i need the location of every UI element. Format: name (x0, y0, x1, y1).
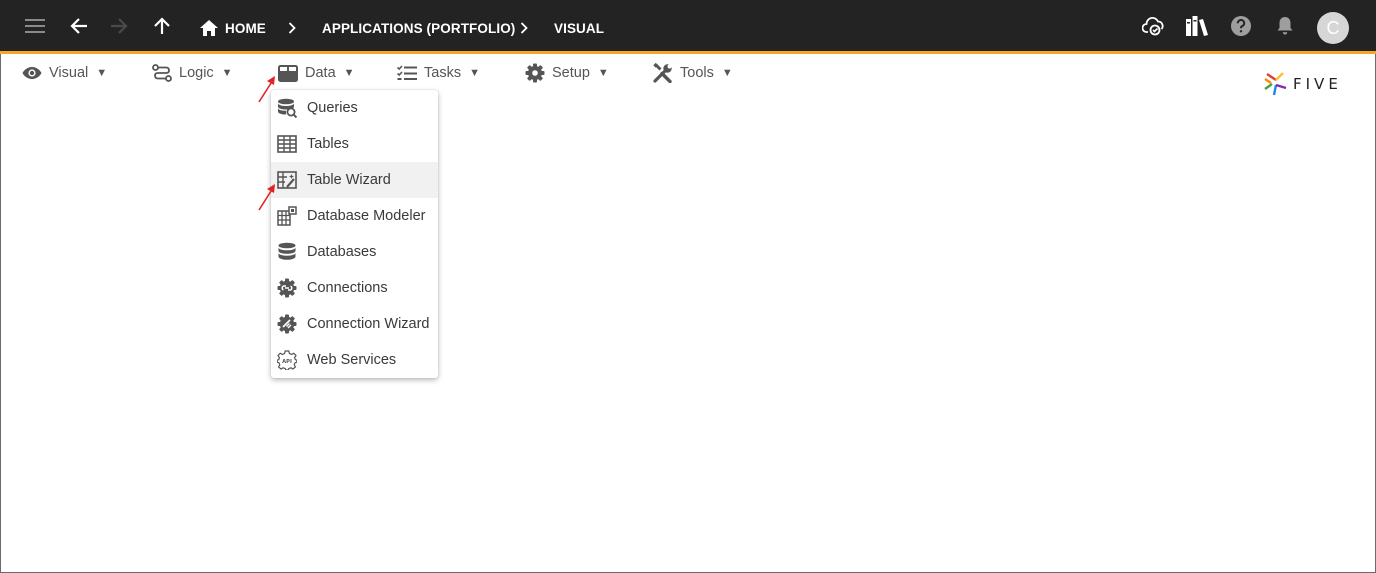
caret-down-icon: ▼ (221, 67, 233, 79)
dropdown-item-web-services[interactable]: API Web Services (271, 342, 438, 378)
breadcrumb-visual-label: VISUAL (554, 20, 605, 36)
dropdown-item-databases[interactable]: Databases (271, 234, 438, 270)
hamburger-icon (25, 19, 45, 33)
table-grid-icon (278, 64, 298, 82)
bell-icon (1277, 17, 1293, 35)
app-bar: HOME APPLICATIONS (PORTFOLIO) VISUAL C (0, 0, 1376, 54)
connection-wizard-icon (277, 314, 297, 334)
menu-data[interactable]: Data ▼ (278, 62, 355, 84)
caret-down-icon: ▼ (597, 67, 609, 79)
up-button[interactable] (147, 11, 177, 41)
table-icon (277, 135, 297, 153)
menu-bar: Visual ▼ Logic ▼ Data ▼ Tasks ▼ Setup ▼ … (0, 57, 1376, 89)
dropdown-item-database-modeler-label: Database Modeler (307, 208, 426, 224)
annotation-arrow-data-icon (258, 76, 275, 103)
arrow-left-icon (70, 18, 87, 34)
hamburger-menu-button[interactable] (20, 11, 50, 41)
menu-tasks-label: Tasks (424, 65, 462, 81)
gear-icon (525, 63, 545, 83)
menu-visual-label: Visual (49, 65, 89, 81)
home-icon (200, 20, 218, 36)
dropdown-item-queries[interactable]: Queries (271, 90, 438, 126)
dropdown-item-databases-label: Databases (307, 244, 377, 260)
api-gear-icon: API (277, 350, 297, 370)
data-dropdown-menu: Queries Tables Table Wizard Database Mod… (271, 90, 438, 378)
breadcrumb-home[interactable]: HOME (200, 19, 266, 37)
dropdown-item-connections-label: Connections (307, 280, 388, 296)
avatar[interactable]: C (1317, 12, 1349, 44)
menu-tasks[interactable]: Tasks ▼ (397, 62, 480, 84)
menu-logic[interactable]: Logic ▼ (152, 62, 233, 84)
connection-gear-icon (277, 278, 297, 298)
annotation-arrow-table-wizard-icon (258, 184, 275, 211)
dropdown-item-connection-wizard[interactable]: Connection Wizard (271, 306, 438, 342)
arrow-up-icon (154, 17, 170, 34)
back-button[interactable] (64, 11, 94, 41)
flow-icon (152, 64, 172, 82)
notifications-button[interactable] (1270, 11, 1300, 41)
breadcrumb-applications[interactable]: APPLICATIONS (PORTFOLIO) (322, 19, 515, 37)
checklist-icon (397, 65, 417, 80)
help-button[interactable] (1226, 11, 1256, 41)
dropdown-item-connection-wizard-label: Connection Wizard (307, 316, 430, 332)
dropdown-item-queries-label: Queries (307, 100, 358, 116)
five-logo-mark-icon (1264, 72, 1287, 96)
menu-logic-label: Logic (179, 65, 214, 81)
library-button[interactable] (1182, 11, 1212, 41)
help-icon (1231, 16, 1251, 36)
caret-down-icon: ▼ (96, 67, 108, 79)
table-wizard-icon (277, 171, 297, 189)
caret-down-icon: ▼ (469, 67, 480, 79)
library-icon (1186, 16, 1208, 36)
eye-icon (22, 67, 42, 79)
cloud-sync-button[interactable] (1139, 11, 1169, 41)
menu-tools-label: Tools (680, 65, 714, 81)
chevron-right-icon (286, 19, 298, 37)
breadcrumb-applications-label: APPLICATIONS (PORTFOLIO) (322, 20, 516, 36)
menu-data-label: Data (305, 65, 336, 81)
menu-setup[interactable]: Setup ▼ (525, 62, 609, 84)
tools-icon (653, 63, 672, 83)
breadcrumb-visual[interactable]: VISUAL (554, 19, 604, 37)
menu-setup-label: Setup (552, 65, 590, 81)
dropdown-item-tables-label: Tables (307, 136, 349, 152)
breadcrumb-home-label: HOME (225, 20, 266, 36)
forward-button[interactable] (104, 11, 134, 41)
dropdown-item-connections[interactable]: Connections (271, 270, 438, 306)
dropdown-item-tables[interactable]: Tables (271, 126, 438, 162)
five-logo: FIVE (1263, 71, 1355, 97)
database-search-icon (278, 98, 297, 118)
caret-down-icon: ▼ (343, 67, 355, 79)
cloud-sync-icon (1142, 17, 1164, 36)
svg-text:API: API (282, 359, 292, 365)
database-icon (278, 242, 296, 260)
chevron-right-icon (518, 19, 530, 37)
caret-down-icon: ▼ (721, 67, 733, 79)
menu-visual[interactable]: Visual ▼ (22, 62, 107, 84)
dropdown-item-web-services-label: Web Services (307, 352, 397, 368)
dropdown-item-table-wizard[interactable]: Table Wizard (271, 162, 438, 198)
menu-tools[interactable]: Tools ▼ (653, 62, 733, 84)
arrow-right-icon (111, 18, 128, 34)
database-modeler-icon (277, 206, 297, 226)
five-logo-text: FIVE (1293, 75, 1342, 93)
dropdown-item-table-wizard-label: Table Wizard (307, 172, 391, 188)
dropdown-item-database-modeler[interactable]: Database Modeler (271, 198, 438, 234)
